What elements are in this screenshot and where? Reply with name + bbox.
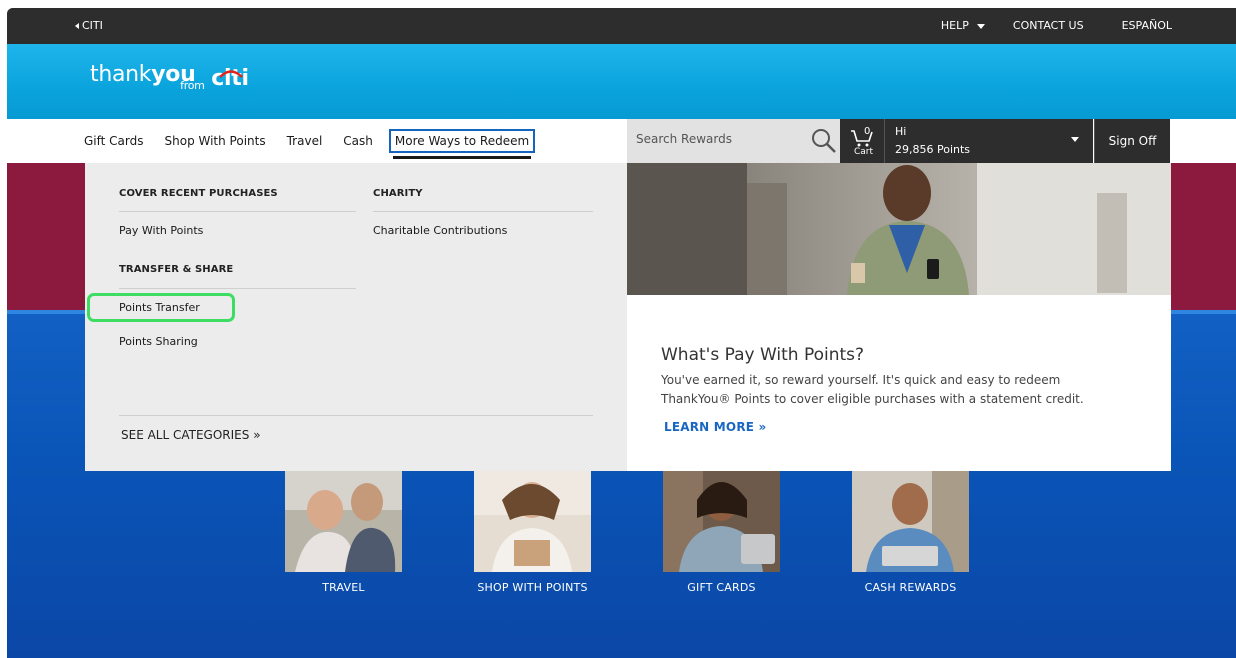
contact-us-link[interactable]: CONTACT US	[1013, 19, 1084, 32]
category-label: SHOP WITH POINTS	[477, 581, 588, 594]
greeting: Hi	[895, 125, 907, 138]
category-tile-travel[interactable]: TRAVEL	[285, 470, 402, 594]
promo-title: What's Pay With Points?	[661, 345, 865, 365]
search-icon	[812, 129, 836, 153]
divider	[119, 211, 356, 212]
promo-photo	[627, 163, 1171, 295]
cart-button[interactable]: 0 Cart	[840, 119, 884, 163]
cash-rewards-photo	[852, 470, 969, 572]
promo-panel: What's Pay With Points? You've earned it…	[627, 163, 1171, 471]
sign-off-button[interactable]: Sign Off	[1094, 119, 1170, 163]
nav-cash[interactable]: Cash	[343, 134, 373, 148]
category-label: GIFT CARDS	[687, 581, 756, 594]
nav-more-ways-to-redeem[interactable]: More Ways to Redeem	[388, 129, 536, 159]
category-tile-gift-cards[interactable]: GIFT CARDS	[663, 470, 780, 594]
nav-travel[interactable]: Travel	[287, 134, 323, 148]
cart-icon	[851, 130, 873, 147]
see-all-categories-link[interactable]: SEE ALL CATEGORIES »	[121, 428, 261, 442]
back-to-citi-label: CITI	[82, 19, 103, 32]
category-label: CASH REWARDS	[864, 581, 957, 594]
points-transfer-link[interactable]: Points Transfer	[119, 301, 200, 314]
chevron-down-icon	[976, 23, 985, 29]
divider	[373, 211, 593, 212]
divider	[119, 288, 356, 289]
logo-from: from	[180, 79, 205, 92]
utility-bar: CITI HELP CONTACT US ESPAÑOL	[7, 8, 1236, 44]
back-to-citi-link[interactable]: CITI	[75, 19, 103, 32]
category-label: TRAVEL	[322, 581, 365, 594]
cart-count: 0	[864, 126, 871, 137]
divider	[119, 415, 593, 416]
charity-heading: CHARITY	[373, 188, 423, 199]
help-label: HELP	[940, 19, 969, 32]
pay-with-points-link[interactable]: Pay With Points	[119, 224, 203, 237]
shop-with-points-photo	[474, 470, 591, 572]
transfer-and-share-heading: TRANSFER & SHARE	[119, 264, 234, 275]
caret-left-icon	[75, 22, 79, 29]
browser-viewport: CITI HELP CONTACT US ESPAÑOL thankyou fr…	[7, 8, 1236, 658]
main-nav: Gift Cards Shop With Points Travel Cash …	[7, 119, 1236, 163]
nav-gift-cards[interactable]: Gift Cards	[84, 134, 144, 148]
promo-body: You've earned it, so reward yourself. It…	[661, 373, 1084, 406]
cart-label: Cart	[854, 147, 874, 157]
points-balance: 29,856 Points	[895, 143, 971, 156]
nav-shop-with-points[interactable]: Shop With Points	[165, 134, 266, 148]
citi-arc-icon	[219, 70, 243, 78]
brand-header: thankyou from citi	[7, 44, 1236, 119]
logo-thank: thank	[90, 62, 152, 87]
search-button[interactable]	[810, 127, 838, 155]
language-link[interactable]: ESPAÑOL	[1122, 19, 1172, 32]
search-box	[627, 119, 840, 163]
help-menu[interactable]: HELP	[941, 19, 985, 32]
charitable-contributions-link[interactable]: Charitable Contributions	[373, 224, 507, 237]
category-tile-cash-rewards[interactable]: CASH REWARDS	[852, 470, 969, 594]
search-input[interactable]	[636, 132, 796, 146]
account-menu[interactable]: Hi 29,856 Points	[884, 119, 1093, 163]
more-ways-to-redeem-dropdown: COVER RECENT PURCHASES Pay With Points T…	[85, 163, 1171, 471]
thankyou-logo[interactable]: thankyou from citi	[90, 62, 249, 92]
points-sharing-link[interactable]: Points Sharing	[119, 335, 198, 348]
gift-cards-photo	[663, 470, 780, 572]
travel-photo	[285, 470, 402, 572]
chevron-down-icon	[1071, 137, 1079, 142]
dropdown-links-panel: COVER RECENT PURCHASES Pay With Points T…	[85, 163, 627, 471]
category-tile-shop-with-points[interactable]: SHOP WITH POINTS	[474, 470, 591, 594]
cover-recent-purchases-heading: COVER RECENT PURCHASES	[119, 188, 278, 199]
learn-more-link[interactable]: LEARN MORE »	[664, 420, 767, 434]
